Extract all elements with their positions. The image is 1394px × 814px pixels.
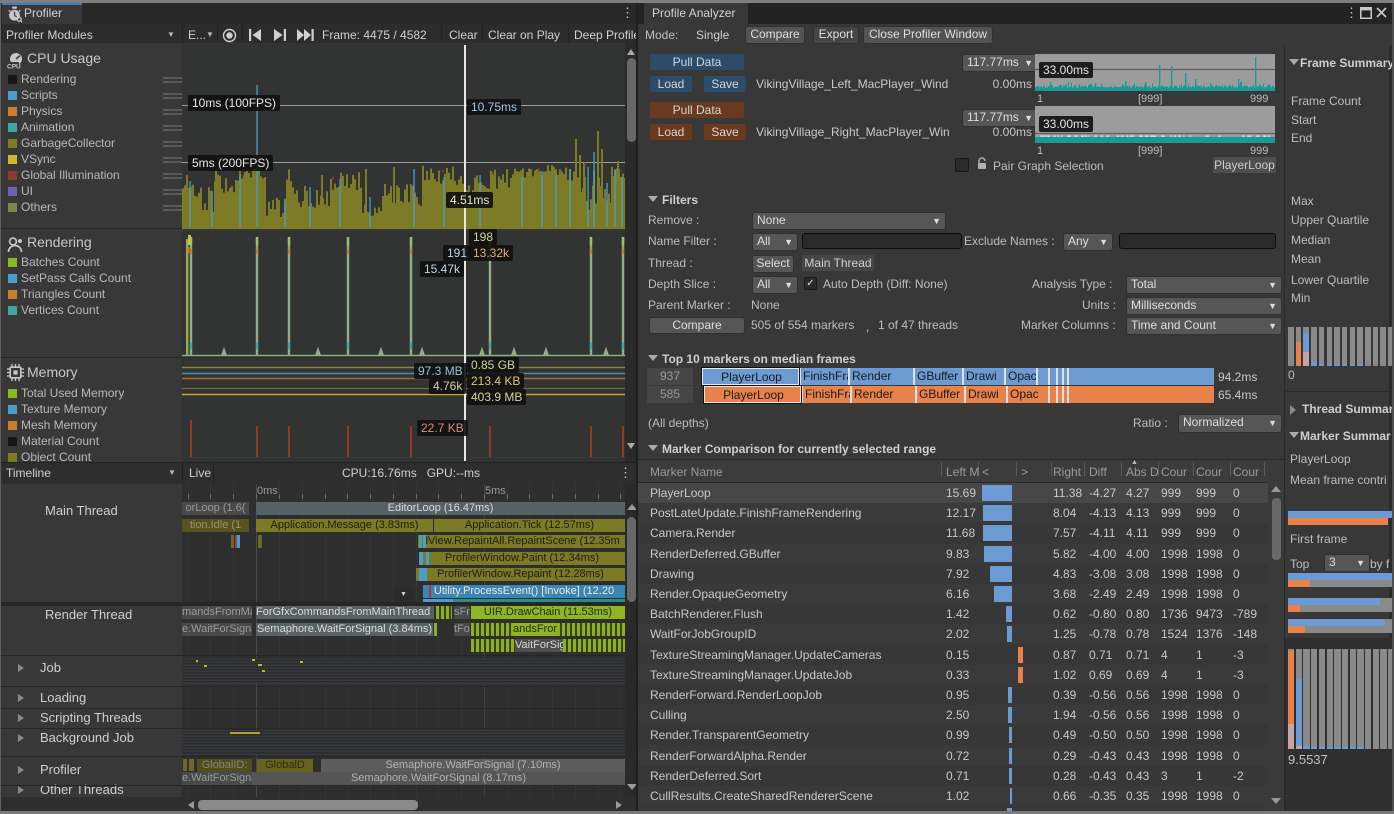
svg-text:CPU: CPU <box>7 64 21 70</box>
